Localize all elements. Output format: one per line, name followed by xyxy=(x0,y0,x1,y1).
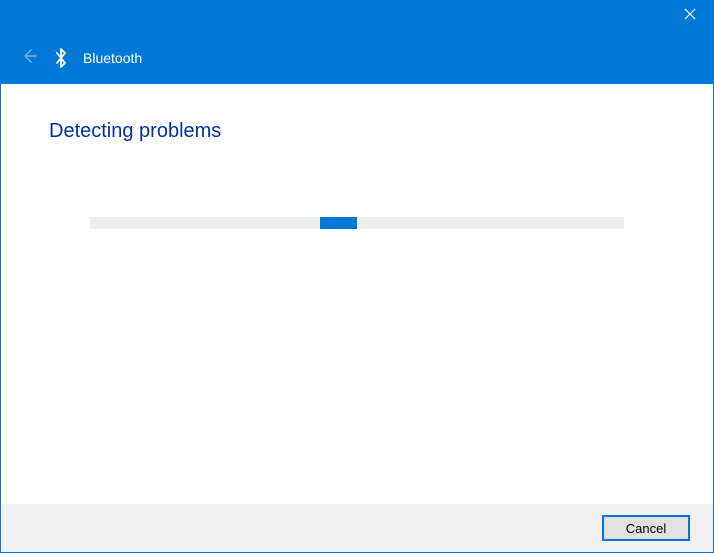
close-button[interactable] xyxy=(667,1,713,31)
back-arrow-icon xyxy=(21,48,37,69)
progress-bar xyxy=(90,217,624,229)
close-icon xyxy=(684,7,696,25)
content-area: Detecting problems xyxy=(1,84,713,229)
back-button xyxy=(19,48,39,68)
page-heading: Detecting problems xyxy=(49,120,665,143)
cancel-button[interactable]: Cancel xyxy=(603,516,689,540)
progress-fill xyxy=(320,217,357,229)
titlebar: Bluetooth xyxy=(1,1,713,84)
bluetooth-icon xyxy=(53,47,69,69)
troubleshooter-title: Bluetooth xyxy=(83,50,142,66)
footer-bar: Cancel xyxy=(1,504,713,552)
